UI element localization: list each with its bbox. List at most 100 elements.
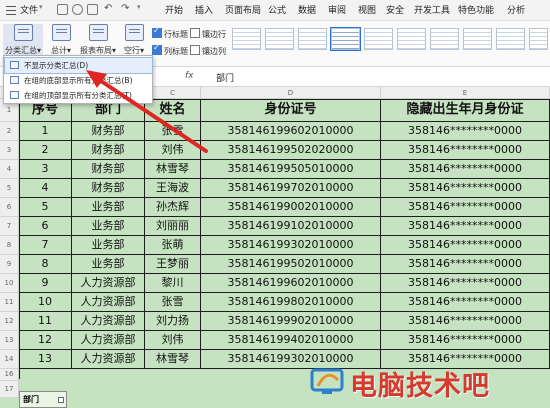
table-cell[interactable]: 王海波 <box>145 179 201 198</box>
row-number[interactable]: 8 <box>0 236 19 255</box>
table-cell[interactable]: 358146199902010000 <box>201 312 381 331</box>
row-number[interactable]: 10 <box>0 274 19 293</box>
table-cell[interactable]: 358146********0000 <box>381 274 550 293</box>
table-cell[interactable]: 358146********0000 <box>381 122 550 141</box>
print-icon[interactable] <box>72 4 83 15</box>
table-style-2[interactable] <box>265 28 294 50</box>
chevron-down-icon[interactable]: ▾ <box>39 3 43 11</box>
table-cell[interactable]: 7 <box>19 236 72 255</box>
table-cell[interactable]: 林雪琴 <box>145 350 201 369</box>
table-cell[interactable]: 张萌 <box>145 236 201 255</box>
table-cell[interactable]: 358146********0000 <box>381 141 550 160</box>
table-style-8[interactable] <box>463 28 492 50</box>
table-cell[interactable]: 358146********0000 <box>381 255 550 274</box>
table-cell[interactable]: 人力资源部 <box>72 293 145 312</box>
row-number[interactable]: 12 <box>0 312 19 331</box>
table-cell[interactable]: 358146199302010000 <box>201 236 381 255</box>
table-cell[interactable]: 10 <box>19 293 72 312</box>
table-cell[interactable]: 财务部 <box>72 122 145 141</box>
redo-icon[interactable]: ↷ <box>121 3 129 14</box>
table-cell[interactable]: 2 <box>19 141 72 160</box>
menu-item-subtotal-top[interactable]: 在组的顶部显示所有分类汇总(T) <box>5 88 152 103</box>
table-cell[interactable]: 358146199102010000 <box>201 217 381 236</box>
table-cell[interactable]: 358146********0000 <box>381 331 550 350</box>
tab-data[interactable]: 数据 <box>298 3 316 16</box>
tab-analyze[interactable]: 分析 <box>507 3 525 16</box>
preview-icon[interactable] <box>87 4 98 15</box>
filter-dropdown-icon[interactable] <box>58 397 64 403</box>
subtotal-field-cell[interactable]: 部门 <box>19 391 67 408</box>
table-style-3[interactable] <box>298 28 327 50</box>
table-cell[interactable]: 358146199505010000 <box>201 160 381 179</box>
table-cell[interactable]: 358146********0000 <box>381 198 550 217</box>
table-cell[interactable]: 业务部 <box>72 217 145 236</box>
tab-insert[interactable]: 插入 <box>195 3 213 16</box>
table-style-7[interactable] <box>430 28 459 50</box>
tab-formulas[interactable]: 公式 <box>268 3 286 16</box>
banded-columns-checkbox[interactable]: 镶边列 <box>190 45 226 57</box>
table-cell[interactable]: 8 <box>19 255 72 274</box>
table-cell[interactable]: 358146********0000 <box>381 179 550 198</box>
table-cell[interactable]: 9 <box>19 274 72 293</box>
table-cell[interactable]: 人力资源部 <box>72 350 145 369</box>
table-cell[interactable]: 刘伟 <box>145 141 201 160</box>
column-headers-checkbox[interactable]: 列标题 <box>152 43 188 57</box>
table-cell[interactable]: 人力资源部 <box>72 274 145 293</box>
main-menu-icon[interactable] <box>6 6 16 15</box>
table-cell[interactable]: 5 <box>19 198 72 217</box>
table-cell[interactable]: 刘伟 <box>145 331 201 350</box>
table-cell[interactable]: 孙杰辉 <box>145 198 201 217</box>
table-cell[interactable]: 358146199402010000 <box>201 331 381 350</box>
table-cell[interactable]: 11 <box>19 312 72 331</box>
row-number[interactable]: 9 <box>0 255 19 274</box>
table-cell[interactable]: 358146199502020000 <box>201 141 381 160</box>
row-number[interactable]: 16 <box>0 369 19 381</box>
table-cell[interactable]: 财务部 <box>72 160 145 179</box>
row-number[interactable]: 6 <box>0 198 19 217</box>
menu-item-no-subtotal[interactable]: 不显示分类汇总(D) <box>4 57 153 74</box>
table-cell[interactable]: 张雪 <box>145 293 201 312</box>
table-cell[interactable]: 358146199702010000 <box>201 179 381 198</box>
row-number[interactable]: 17 <box>0 381 19 398</box>
row-number[interactable]: 11 <box>0 293 19 312</box>
table-cell[interactable]: 358146********0000 <box>381 236 550 255</box>
row-number[interactable]: 2 <box>0 122 19 141</box>
table-cell[interactable]: 358146********0000 <box>381 160 550 179</box>
table-cell[interactable]: 刘力扬 <box>145 312 201 331</box>
table-cell[interactable]: 358146199802010000 <box>201 293 381 312</box>
banded-rows-checkbox[interactable]: 镶边行 <box>190 28 226 40</box>
table-cell[interactable]: 业务部 <box>72 236 145 255</box>
table-style-1[interactable] <box>232 28 261 50</box>
row-headers-checkbox[interactable]: 行标题 <box>152 26 188 40</box>
tab-home[interactable]: 开始 <box>165 3 183 16</box>
table-style-5[interactable] <box>364 28 393 50</box>
undo-icon[interactable]: ↶ <box>104 3 112 14</box>
table-cell[interactable]: 刘丽丽 <box>145 217 201 236</box>
table-cell[interactable]: 12 <box>19 331 72 350</box>
tab-review[interactable]: 审阅 <box>328 3 346 16</box>
table-cell[interactable]: 1 <box>19 122 72 141</box>
table-style-4[interactable] <box>330 27 361 51</box>
quick-access-more-icon[interactable]: ▾ <box>137 3 141 11</box>
tab-special-features[interactable]: 特色功能 <box>458 3 494 16</box>
row-number[interactable]: 7 <box>0 217 19 236</box>
row-number[interactable]: 5 <box>0 179 19 198</box>
table-cell[interactable]: 财务部 <box>72 141 145 160</box>
table-cell[interactable]: 358146********0000 <box>381 217 550 236</box>
file-menu[interactable]: 文件 <box>20 3 38 16</box>
tab-developer[interactable]: 开发工具 <box>414 3 450 16</box>
save-icon[interactable] <box>57 4 68 15</box>
table-cell[interactable]: 黎川 <box>145 274 201 293</box>
fx-icon[interactable]: fx <box>185 71 194 81</box>
table-cell[interactable]: 358146199002010000 <box>201 198 381 217</box>
table-style-6[interactable] <box>397 28 426 50</box>
table-cell[interactable]: 6 <box>19 217 72 236</box>
table-cell[interactable]: 王梦丽 <box>145 255 201 274</box>
table-cell[interactable]: 358146********0000 <box>381 312 550 331</box>
table-cell[interactable]: 13 <box>19 350 72 369</box>
table-cell[interactable]: 3 <box>19 160 72 179</box>
tab-view[interactable]: 视图 <box>358 3 376 16</box>
table-cell[interactable]: 业务部 <box>72 198 145 217</box>
column-header-c[interactable]: C <box>145 87 201 99</box>
column-header-e[interactable]: E <box>381 87 550 99</box>
